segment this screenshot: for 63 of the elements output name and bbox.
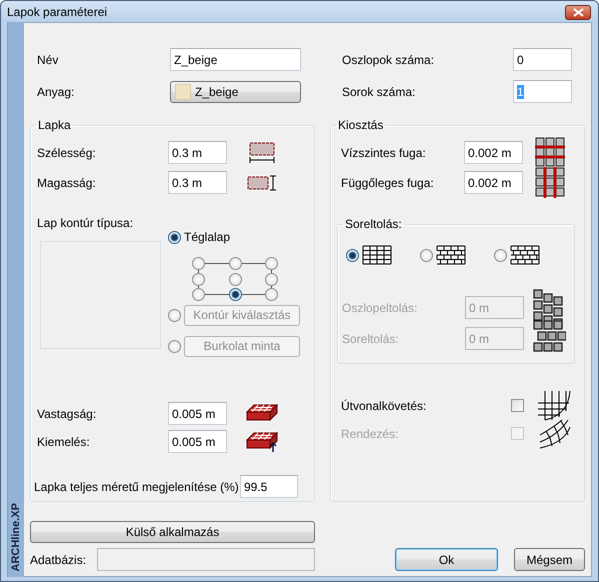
text-field[interactable]: 0.3 m <box>168 171 227 194</box>
field-label: Oszlopeltolás: <box>342 300 418 314</box>
checkbox[interactable] <box>511 399 524 412</box>
field-label: Adatbázis: <box>30 552 88 566</box>
option-label: Téglalap <box>184 230 230 244</box>
radio-button[interactable] <box>168 230 181 244</box>
radio-button[interactable] <box>228 272 242 286</box>
field-label: Vastagság: <box>37 406 98 420</box>
close-button[interactable] <box>565 5 591 20</box>
text-field[interactable]: Z_beige <box>170 48 301 71</box>
radio-button[interactable] <box>265 272 278 286</box>
brick-pattern-icon <box>436 245 466 265</box>
width-dimension-icon <box>247 142 277 164</box>
field-label: Rendezés: <box>341 426 400 440</box>
text-field[interactable]: 0.005 m <box>168 430 227 453</box>
field-label: Anyag: <box>37 84 76 98</box>
field-label: Szélesség: <box>37 146 97 160</box>
radio-button[interactable] <box>265 288 278 301</box>
radio-button[interactable] <box>494 248 507 262</box>
field-label: Magasság: <box>37 176 97 190</box>
text-field[interactable]: 99.5 <box>240 475 298 498</box>
window-title: Lapok paraméterei <box>7 4 108 18</box>
radio-button[interactable] <box>420 248 433 262</box>
group-title: Kiosztás <box>337 118 384 132</box>
radio-button[interactable] <box>228 257 242 270</box>
external-app-button[interactable]: Külső alkalmazás <box>30 521 315 543</box>
field-label: Függőleges fuga: <box>341 176 435 190</box>
text-field[interactable]: 0.002 m <box>464 171 523 194</box>
close-icon <box>572 8 584 17</box>
group-title: Lapka <box>37 118 72 132</box>
radio-button[interactable] <box>265 257 278 270</box>
text-field[interactable] <box>97 548 315 571</box>
radio-button[interactable] <box>192 288 205 301</box>
field-label: Kiemelés: <box>37 434 91 448</box>
field-label: Lapka teljes méretű megjelenítése (%) <box>34 480 240 494</box>
brick-pattern-icon <box>510 245 540 265</box>
text-field[interactable]: 0.002 m <box>464 141 523 164</box>
material-button[interactable]: Z_beige <box>170 80 301 102</box>
field-label: Oszlopok száma: <box>342 52 436 66</box>
dialog-button[interactable]: Ok <box>395 548 498 571</box>
text-field[interactable]: 0.005 m <box>168 402 227 425</box>
dialog-button[interactable]: Mégsem <box>514 548 585 571</box>
field-label: Sorok száma: <box>342 84 416 98</box>
field-label: Soreltolás: <box>342 332 400 346</box>
side-label: ARCHline.XP <box>10 502 22 571</box>
tile-slab-arrow-icon <box>246 430 278 452</box>
material-swatch-icon <box>175 84 191 100</box>
radio-button[interactable] <box>228 288 242 301</box>
horizontal-joint-icon <box>534 137 566 168</box>
group-title: Soreltolás: <box>344 217 403 231</box>
field-label: Vízszintes fuga: <box>341 146 427 160</box>
radio-button[interactable] <box>346 248 359 262</box>
grid-curve-icon <box>536 389 572 422</box>
text-field[interactable]: 0.3 m <box>168 141 227 164</box>
vertical-joint-icon <box>534 167 566 198</box>
height-dimension-icon <box>247 174 277 192</box>
text-field[interactable]: 0 <box>513 48 572 71</box>
radio-button[interactable] <box>192 257 205 270</box>
radio-button[interactable] <box>192 272 205 286</box>
field-label: Név <box>37 52 60 66</box>
tile-grid-icon <box>362 245 392 265</box>
field-label: Lap kontúr típusa: <box>37 216 134 230</box>
field-label: Útvonalkövetés: <box>341 398 428 412</box>
